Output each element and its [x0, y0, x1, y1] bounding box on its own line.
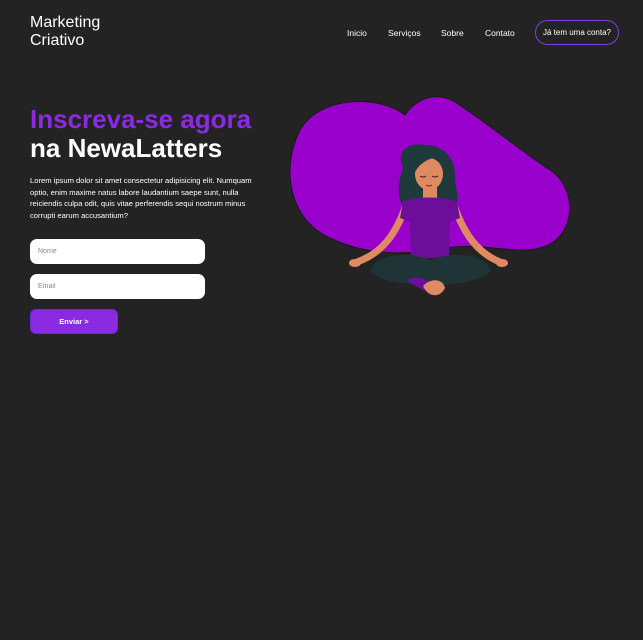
page: Marketing Criativo Inicio Serviços Sobre… [0, 0, 643, 640]
email-input[interactable] [30, 274, 205, 299]
nav-item-sobre[interactable]: Sobre [441, 28, 464, 38]
nav-item-contato[interactable]: Contato [485, 28, 515, 38]
nav-item-inicio[interactable]: Inicio [347, 28, 367, 38]
nav-item-servicos[interactable]: Serviços [388, 28, 421, 38]
hero-title-accent: Inscreva-se agora [30, 104, 252, 134]
logo[interactable]: Marketing Criativo [30, 14, 100, 50]
hero-description: Lorem ipsum dolor sit amet consectetur a… [30, 176, 252, 220]
name-input[interactable] [30, 239, 205, 264]
submit-button[interactable]: Enviar > [30, 309, 118, 334]
legs [370, 254, 491, 285]
logo-line-2: Criativo [30, 32, 85, 49]
login-button[interactable]: Já tem uma conta? [535, 20, 619, 45]
hero-title: Inscreva-se agora na NewaLatters [30, 105, 251, 163]
meditating-woman-illustration [289, 96, 571, 296]
hero-title-main: na NewaLatters [30, 133, 223, 163]
logo-line-1: Marketing [30, 14, 101, 31]
